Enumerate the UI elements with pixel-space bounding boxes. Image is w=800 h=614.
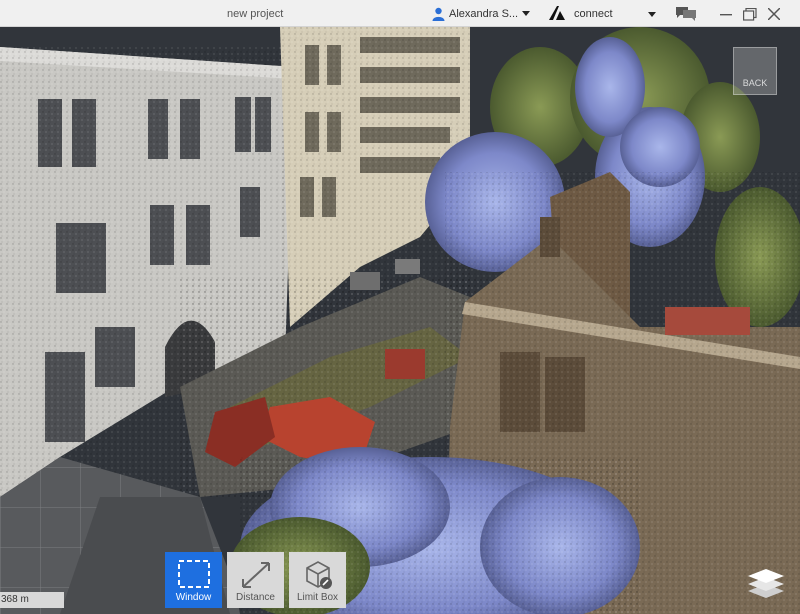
user-icon xyxy=(432,7,445,21)
user-account-menu[interactable]: Alexandra S... xyxy=(432,6,531,22)
point-cloud-scene xyxy=(0,27,800,614)
layers-icon[interactable] xyxy=(744,564,788,600)
window-select-icon xyxy=(177,559,211,592)
autodesk-logo-icon xyxy=(548,5,566,24)
scale-readout: 368 m xyxy=(0,592,64,608)
connect-menu[interactable]: connect xyxy=(548,5,658,23)
user-name: Alexandra S... xyxy=(449,8,519,20)
window-select-tool[interactable]: Window xyxy=(165,552,222,608)
chevron-down-icon xyxy=(648,9,656,21)
maximize-button[interactable] xyxy=(739,3,761,25)
close-button[interactable] xyxy=(763,3,785,25)
tool-palette: Window Distance Limit Box xyxy=(165,552,346,608)
distance-tool[interactable]: Distance xyxy=(227,552,284,608)
chat-icon[interactable] xyxy=(675,3,697,25)
back-button[interactable]: BACK xyxy=(733,47,777,95)
point-cloud-viewport[interactable]: BACK Window Distance Limit Box 368 m xyxy=(0,27,800,614)
limit-box-icon xyxy=(301,559,335,594)
title-bar: new project Alexandra S... connect xyxy=(0,0,800,27)
chevron-down-icon xyxy=(522,11,531,17)
minimize-button[interactable] xyxy=(715,3,737,25)
distance-icon xyxy=(239,559,273,594)
limit-box-tool[interactable]: Limit Box xyxy=(289,552,346,608)
connect-label: connect xyxy=(574,8,613,20)
window-title: new project xyxy=(227,8,284,20)
window-tool-label: Window xyxy=(175,592,212,603)
